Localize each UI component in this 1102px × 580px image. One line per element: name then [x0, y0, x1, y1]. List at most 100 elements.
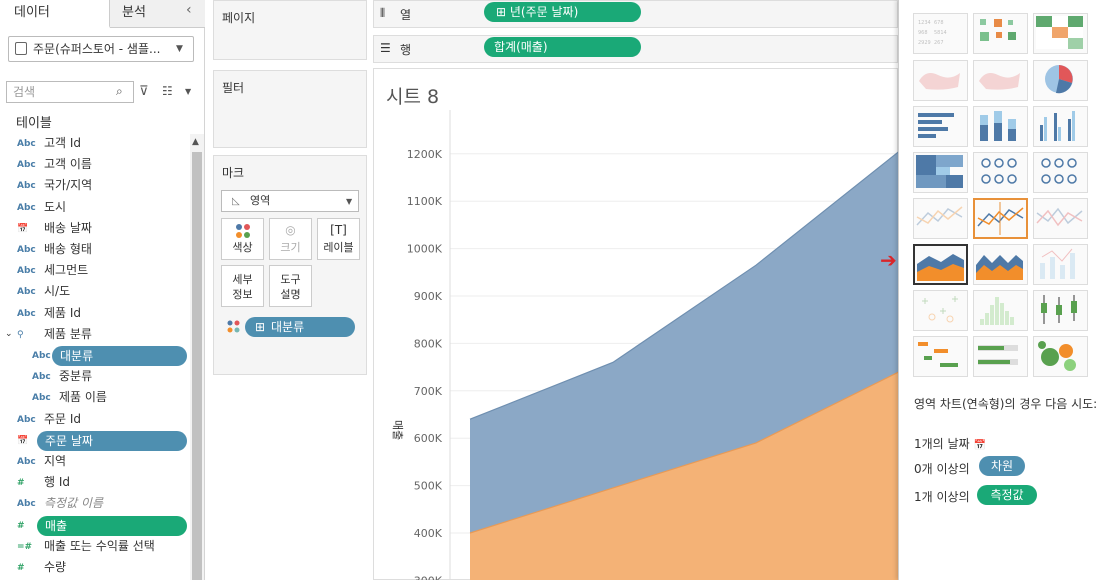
field-item[interactable]: 주문 Id	[44, 409, 81, 430]
columns-pill[interactable]: ⊞ 년(주문 날짜)	[484, 2, 641, 22]
thumb-graphic	[980, 111, 1016, 141]
field-item[interactable]: 행 Id	[44, 472, 70, 493]
chart-thumb-packed-bubbles[interactable]	[1033, 336, 1088, 377]
color-button[interactable]: 색상	[221, 218, 264, 260]
field-item[interactable]: 측정값 이름	[44, 493, 103, 514]
field-item[interactable]: 매출	[37, 515, 187, 536]
size-button[interactable]: ◎ 크기	[269, 218, 312, 260]
field-item[interactable]: 제품 Id	[44, 303, 81, 324]
chart-thumb-dual-line[interactable]	[1033, 198, 1088, 239]
chart-thumb-filled-map[interactable]	[973, 60, 1028, 101]
chart-thumb-side-by-side-circles[interactable]	[1033, 152, 1088, 193]
filter-icon[interactable]: ⊽	[139, 84, 149, 99]
expand-chevron-icon[interactable]: ⌄	[5, 324, 13, 345]
field-item[interactable]: 배송 날짜	[44, 218, 92, 239]
color-pill-label: 대분류	[271, 320, 305, 334]
field-type-icon: Abc	[17, 245, 36, 255]
chevron-down-icon[interactable]: ▼	[185, 87, 191, 96]
sheet-title[interactable]: 시트 8	[386, 82, 439, 109]
expand-icon[interactable]: ⊞	[255, 317, 265, 337]
rows-pill[interactable]: 합계(매출)	[484, 37, 641, 57]
svg-text:678: 678	[934, 20, 944, 26]
field-item[interactable]: 세그먼트	[44, 260, 88, 281]
field-type-icon: ⚲	[17, 329, 24, 340]
chart-thumb-circle-views[interactable]	[973, 152, 1028, 193]
thumb-graphic	[1038, 341, 1076, 371]
field-item[interactable]: 매출 또는 수익률 선택	[44, 536, 155, 557]
view-options-icon[interactable]: ☷	[162, 84, 173, 98]
datasource-select[interactable]: 주문(슈퍼스토어 - 샘플...	[8, 36, 194, 62]
dimension-pill: 차원	[979, 456, 1025, 476]
chart-thumb-text-table[interactable]: 1234 678 968 5814 2929 267	[913, 13, 968, 54]
area-chart[interactable]: 1200K 1100K 1000K 900K 800K 700K 600K 500K 400K 3…	[374, 110, 898, 580]
tab-data[interactable]: 데이터	[0, 0, 110, 28]
search-icon[interactable]: ⌕	[116, 84, 123, 99]
chart-thumb-horizontal-bars[interactable]	[913, 106, 968, 147]
field-item[interactable]: 대분류	[52, 346, 187, 366]
chart-thumb-line-discrete[interactable]	[973, 198, 1028, 239]
tables-label: 테이블	[16, 116, 52, 131]
chart-thumb-area-discrete[interactable]	[973, 244, 1028, 285]
y-tick-label: 700K	[414, 385, 443, 398]
field-item[interactable]: 제품 이름	[59, 387, 107, 408]
thumb-graphic	[917, 254, 964, 281]
chart-thumb-stacked-bars[interactable]	[973, 106, 1028, 147]
field-type-icon: Abc	[32, 393, 51, 404]
detail-button[interactable]: 세부 정보	[221, 265, 264, 307]
chart-thumb-bullet-graph[interactable]	[973, 336, 1028, 377]
svg-text:1234: 1234	[918, 20, 931, 26]
thumb-graphic	[919, 73, 960, 90]
chevron-down-icon[interactable]: ▼	[346, 197, 352, 206]
thumb-graphic	[980, 297, 1014, 325]
mark-type-select[interactable]: 영역	[221, 190, 359, 212]
chevron-down-icon[interactable]: ▼	[176, 44, 183, 54]
thumb-graphic	[918, 342, 958, 367]
thumb-graphic	[1045, 65, 1073, 94]
chart-thumb-scatter-plot[interactable]	[913, 290, 968, 331]
field-item[interactable]: 배송 형태	[44, 239, 92, 260]
field-item[interactable]: 고객 이름	[44, 154, 92, 175]
chart-thumb-area-continuous[interactable]	[913, 244, 968, 285]
field-item[interactable]: 주문 날짜	[37, 430, 187, 451]
color-dots-icon	[227, 320, 240, 333]
chart-thumb-dual-combination[interactable]	[1033, 244, 1088, 285]
chart-thumb-box-whisker[interactable]	[1033, 290, 1088, 331]
field-item[interactable]: 고객 Id	[44, 133, 81, 154]
chart-thumb-histogram[interactable]	[973, 290, 1028, 331]
color-pill[interactable]: ⊞ 대분류	[245, 317, 355, 337]
y-tick-label: 1200K	[407, 148, 443, 161]
scrollbar-thumb[interactable]	[192, 152, 202, 580]
label-button[interactable]: [T] 레이블	[317, 218, 360, 260]
search-input[interactable]: 검색	[6, 81, 134, 103]
y-axis-label[interactable]: 매출	[391, 420, 404, 440]
detail-label: 세부 정보	[232, 273, 253, 301]
measure-pill: 측정값	[977, 485, 1037, 505]
chart-thumb-pie-chart[interactable]	[1033, 60, 1088, 101]
chart-thumb-side-by-side-bars[interactable]	[1033, 106, 1088, 147]
scroll-up-icon[interactable]: ▲	[192, 137, 199, 147]
field-item[interactable]: 도시	[44, 197, 66, 218]
columns-label: 열	[400, 8, 412, 22]
field-item[interactable]: 중분류	[59, 366, 92, 387]
field-type-icon: Abc	[17, 308, 36, 319]
chart-thumb-highlight-table[interactable]	[1033, 13, 1088, 54]
tooltip-button[interactable]: 도구 설명	[269, 265, 312, 307]
field-item[interactable]: 국가/지역	[44, 175, 92, 196]
collapse-pane-icon[interactable]: ‹	[186, 2, 192, 18]
chart-thumb-treemap[interactable]	[913, 152, 968, 193]
field-item[interactable]: 수량	[44, 557, 66, 578]
pages-card[interactable]: 페이지	[213, 0, 367, 60]
field-item[interactable]: 지역	[44, 451, 66, 472]
field-type-icon: Abc	[32, 372, 51, 383]
text-icon: [T]	[330, 223, 347, 237]
chart-thumb-gantt[interactable]	[913, 336, 968, 377]
chart-thumb-heat-map[interactable]	[973, 13, 1028, 54]
field-type-icon: 📅	[17, 223, 29, 234]
chart-thumb-line-continuous[interactable]	[913, 198, 968, 239]
field-item[interactable]: 제품 분류	[44, 324, 92, 345]
filters-card[interactable]: 필터	[213, 70, 367, 148]
thumb-graphic	[916, 155, 963, 188]
chart-thumb-symbol-map[interactable]	[913, 60, 968, 101]
field-item[interactable]: 시/도	[44, 281, 70, 302]
arrow-icon: ➔	[880, 248, 897, 272]
